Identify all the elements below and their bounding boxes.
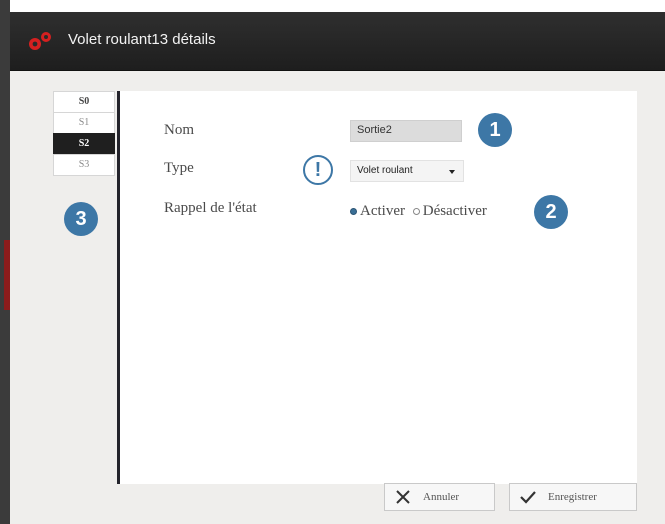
type-select[interactable]: Volet roulant — [350, 160, 464, 182]
radio-label-activer: Activer — [360, 203, 405, 219]
radio-option-activer[interactable]: Activer — [350, 203, 405, 220]
state-label: Rappel de l'état — [164, 200, 257, 216]
details-panel: Nom Sortie2 1 Type ! Volet roulant Rappe… — [120, 91, 637, 484]
chevron-down-icon — [449, 170, 455, 174]
radio-desactiver[interactable] — [412, 208, 420, 216]
state-radio-group: Activer Désactiver — [350, 203, 491, 220]
tab-s2[interactable]: S2 — [53, 133, 115, 155]
type-label: Type — [164, 160, 194, 176]
tab-s1[interactable]: S1 — [53, 112, 115, 134]
save-button-label: Enregistrer — [548, 491, 597, 503]
title-bar[interactable]: Volet roulant13 détails — [10, 12, 665, 71]
output-tabs: S0 S1 S2 S3 — [53, 91, 115, 176]
check-icon — [520, 491, 536, 504]
save-button[interactable]: Enregistrer — [509, 483, 637, 511]
gears-icon — [29, 32, 51, 50]
radio-label-desactiver: Désactiver — [422, 203, 487, 219]
details-dialog: Volet roulant13 détails S0 S1 S2 S3 3 No… — [10, 12, 665, 524]
warning-icon: ! — [303, 155, 333, 185]
cancel-button[interactable]: Annuler — [384, 483, 495, 511]
tab-s0[interactable]: S0 — [53, 91, 115, 113]
dialog-title: Volet roulant13 détails — [68, 31, 216, 48]
name-input[interactable]: Sortie2 — [350, 120, 462, 142]
type-select-value: Volet roulant — [357, 165, 413, 176]
radio-activer[interactable] — [350, 208, 357, 216]
callout-3: 3 — [64, 202, 98, 236]
tab-s3[interactable]: S3 — [53, 154, 115, 176]
radio-option-desactiver[interactable]: Désactiver — [412, 203, 487, 220]
callout-1: 1 — [478, 113, 512, 147]
cancel-button-label: Annuler — [423, 491, 460, 503]
name-label: Nom — [164, 122, 194, 138]
close-icon — [396, 490, 410, 504]
callout-2: 2 — [534, 195, 568, 229]
